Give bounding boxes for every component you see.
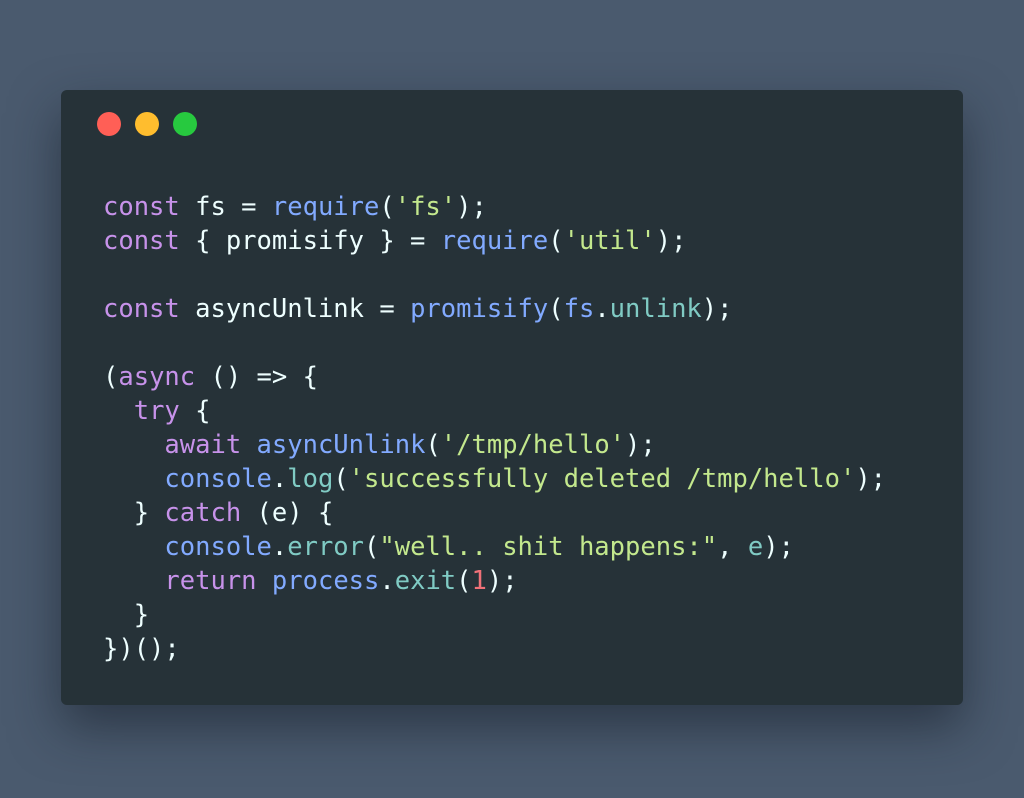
code-window: const fs = require('fs'); const { promisi… xyxy=(61,90,963,705)
code-token-function: promisify xyxy=(410,294,549,324)
code-token-default: . xyxy=(379,566,395,596)
code-token-property: error xyxy=(287,532,365,562)
code-token-default xyxy=(103,532,164,562)
code-token-default xyxy=(103,430,164,460)
code-token-default: ( xyxy=(456,566,472,596)
code-token-default: . xyxy=(271,532,288,562)
code-line: } xyxy=(103,598,886,632)
code-token-default: ); xyxy=(763,532,794,562)
code-token-property: unlink xyxy=(609,294,702,324)
code-token-keyword: return xyxy=(164,566,257,596)
code-token-function: process xyxy=(271,566,380,596)
code-token-keyword: try xyxy=(133,396,180,426)
code-token-function: console xyxy=(164,464,272,494)
code-token-keyword: catch xyxy=(164,498,242,528)
code-token-default: } xyxy=(103,600,150,630)
code-token-default: ); xyxy=(855,464,887,494)
code-token-default: ); xyxy=(456,192,487,222)
page-background: const fs = require('fs'); const { promisi… xyxy=(0,0,1024,798)
code-token-default: asyncUnlink = xyxy=(179,294,411,324)
code-line: const asyncUnlink = promisify(fs.unlink)… xyxy=(103,292,886,326)
code-line: })(); xyxy=(103,632,886,666)
code-token-default: ); xyxy=(701,294,733,324)
code-token-default xyxy=(103,396,134,426)
code-token-default: { xyxy=(179,396,211,426)
code-token-function: require xyxy=(440,226,549,256)
code-token-default xyxy=(257,566,272,596)
code-token-default: } xyxy=(103,498,165,528)
code-line: const fs = require('fs'); xyxy=(103,190,886,224)
code-token-default xyxy=(103,464,164,494)
minimize-button[interactable] xyxy=(135,112,159,136)
code-token-default: , xyxy=(717,532,748,562)
code-token-default: ( xyxy=(379,192,395,222)
code-token-default: ( xyxy=(333,464,349,494)
code-line: console.log('successfully deleted /tmp/h… xyxy=(103,462,886,496)
code-token-default: ); xyxy=(486,566,518,596)
code-token-function: fs xyxy=(563,294,595,324)
code-token-default: () => { xyxy=(195,362,318,392)
code-token-keyword: const xyxy=(103,294,180,324)
code-token-default xyxy=(103,566,164,596)
code-token-default: { promisify } = xyxy=(179,226,441,256)
code-line: } catch (e) { xyxy=(103,496,886,530)
code-token-number: 1 xyxy=(471,566,487,596)
code-token-default: (e) { xyxy=(241,498,334,528)
code-block: const fs = require('fs'); const { promisi… xyxy=(103,190,886,666)
code-line: return process.exit(1); xyxy=(103,564,886,598)
code-line: (async () => { xyxy=(103,360,886,394)
code-line: const { promisify } = require('util'); xyxy=(103,224,886,258)
code-token-default: ( xyxy=(548,226,564,256)
code-token-string: 'util' xyxy=(563,226,656,256)
code-token-keyword: await xyxy=(164,430,242,460)
maximize-button[interactable] xyxy=(173,112,197,136)
code-token-property: exit xyxy=(394,566,457,596)
code-token-default: ( xyxy=(103,362,119,392)
code-token-keyword: const xyxy=(103,192,180,222)
code-token-default: fs = xyxy=(179,192,272,222)
code-token-string: "well.. shit happens:" xyxy=(379,532,718,562)
code-token-default: ( xyxy=(548,294,564,324)
code-token-property: log xyxy=(287,464,334,494)
code-line: console.error("well.. shit happens:", e)… xyxy=(103,530,886,564)
code-token-keyword: async xyxy=(118,362,196,392)
code-token-property: e xyxy=(747,532,764,562)
code-line: try { xyxy=(103,394,886,428)
code-token-function: asyncUnlink xyxy=(256,430,426,460)
code-token-default: ( xyxy=(425,430,441,460)
code-token-default: . xyxy=(594,294,610,324)
close-button[interactable] xyxy=(97,112,121,136)
code-token-function: require xyxy=(271,192,380,222)
code-token-keyword: const xyxy=(103,226,180,256)
code-token-default: ); xyxy=(655,226,687,256)
code-token-default xyxy=(241,430,256,460)
code-token-default: . xyxy=(271,464,288,494)
code-token-function: console xyxy=(164,532,272,562)
code-token-default: ); xyxy=(625,430,656,460)
code-token-string: 'successfully deleted /tmp/hello' xyxy=(348,464,856,494)
code-token-string: '/tmp/hello' xyxy=(440,430,626,460)
code-token-default: })(); xyxy=(103,634,180,664)
code-line: await asyncUnlink('/tmp/hello'); xyxy=(103,428,886,462)
code-token-string: 'fs' xyxy=(394,192,457,222)
code-token-default: ( xyxy=(364,532,380,562)
